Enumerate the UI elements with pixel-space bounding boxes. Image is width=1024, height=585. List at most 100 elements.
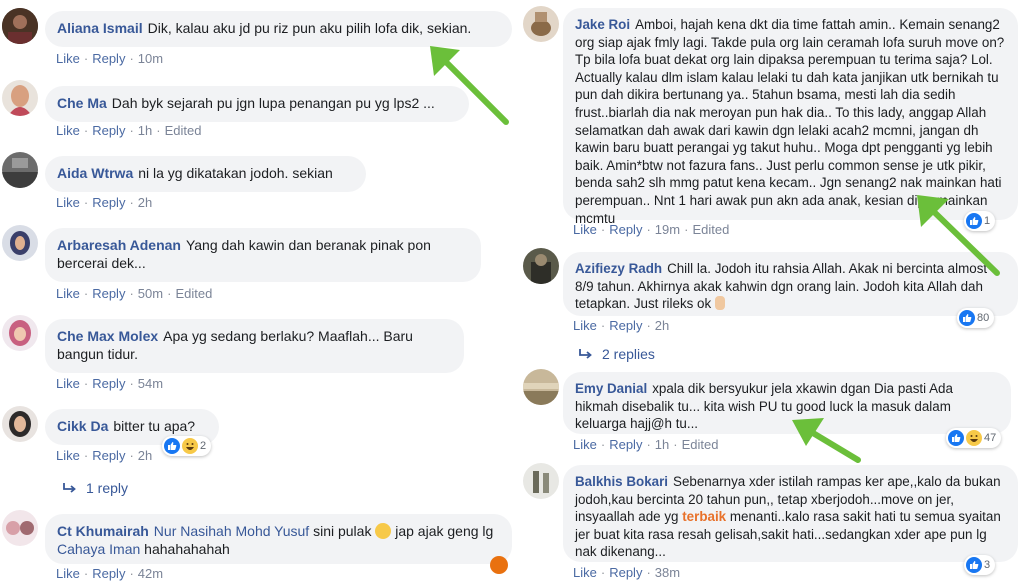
like-link[interactable]: Like bbox=[573, 318, 597, 333]
reaction-count[interactable]: 80 bbox=[957, 308, 995, 328]
comment-bubble: Ct Khumairah Nur Nasihah Mohd Yusuf sini … bbox=[45, 514, 512, 564]
reply-arrow-icon bbox=[579, 349, 592, 359]
edited-label[interactable]: Edited bbox=[682, 437, 719, 452]
mention-link[interactable]: Nur Nasihah Mohd Yusuf bbox=[154, 523, 309, 539]
edited-label[interactable]: Edited bbox=[175, 286, 212, 301]
comment-text: ni la yg dikatakan jodoh. sekian bbox=[138, 165, 333, 181]
green-arrow-icon bbox=[917, 195, 1000, 276]
green-arrow-icon bbox=[430, 46, 509, 125]
comment-actions: Like · Reply · 1h · Edited bbox=[573, 437, 719, 452]
comment-actions: Like · Reply · 10m bbox=[56, 51, 164, 66]
timestamp[interactable]: 2h bbox=[655, 318, 669, 333]
like-link[interactable]: Like bbox=[56, 51, 80, 66]
reply-link[interactable]: Reply bbox=[92, 376, 125, 391]
comment-author[interactable]: Arbaresah Adenan bbox=[57, 237, 181, 253]
comment-author[interactable]: Aida Wtrwa bbox=[57, 165, 133, 181]
reply-link[interactable]: Reply bbox=[92, 195, 125, 210]
reaction-number: 80 bbox=[977, 312, 990, 324]
comment-author[interactable]: Che Max Molex bbox=[57, 328, 158, 344]
reply-link[interactable]: Reply bbox=[609, 222, 642, 237]
reply-link[interactable]: Reply bbox=[609, 437, 642, 452]
comment-actions: Like · Reply · 54m bbox=[56, 376, 164, 391]
avatar[interactable] bbox=[2, 225, 38, 261]
like-reaction-icon bbox=[948, 430, 964, 446]
like-link[interactable]: Like bbox=[56, 448, 80, 463]
like-link[interactable]: Like bbox=[56, 195, 80, 210]
like-link[interactable]: Like bbox=[573, 565, 597, 580]
like-link[interactable]: Like bbox=[56, 376, 80, 391]
avatar[interactable] bbox=[523, 248, 559, 284]
timestamp[interactable]: 2h bbox=[138, 195, 152, 210]
comment-bubble: Che Max Molex Apa yg sedang berlaku? Maaf… bbox=[45, 319, 464, 373]
comment-bubble: Che Ma Dah byk sejarah pu jgn lupa penang… bbox=[45, 86, 469, 122]
comment-text-end: hahahahahah bbox=[144, 541, 230, 557]
comment-bubble: Balkhis Bokari Sebenarnya xder istilah ra… bbox=[563, 465, 1018, 562]
comment-text: Dik, kalau aku jd pu riz pun aku pilih l… bbox=[147, 20, 472, 36]
comment-author[interactable]: Azifiezy Radh bbox=[575, 261, 662, 276]
comment-text: sini pulak bbox=[313, 523, 372, 539]
reply-link[interactable]: Reply bbox=[609, 565, 642, 580]
like-reaction-icon bbox=[959, 310, 975, 326]
comment-author[interactable]: Balkhis Bokari bbox=[575, 474, 668, 489]
timestamp[interactable]: 10m bbox=[138, 51, 163, 66]
comment-author[interactable]: Jake Roi bbox=[575, 17, 630, 32]
view-replies-button[interactable]: 2 replies bbox=[578, 346, 655, 362]
like-link[interactable]: Like bbox=[56, 123, 80, 138]
right-comment-column: Jake Roi Amboi, hajah kena dkt dia time f… bbox=[520, 0, 1024, 585]
reply-link[interactable]: Reply bbox=[92, 566, 125, 581]
edited-label[interactable]: Edited bbox=[165, 123, 202, 138]
avatar[interactable] bbox=[2, 406, 38, 442]
comment-author[interactable]: Emy Danial bbox=[575, 381, 647, 396]
comment-author[interactable]: Che Ma bbox=[57, 95, 107, 111]
reaction-count[interactable]: 3 bbox=[964, 555, 996, 575]
left-comment-column: Aliana Ismail Dik, kalau aku jd pu riz pu… bbox=[0, 0, 512, 585]
timestamp[interactable]: 2h bbox=[138, 448, 152, 463]
avatar[interactable] bbox=[2, 8, 38, 44]
timestamp[interactable]: 50m bbox=[138, 286, 163, 301]
like-link[interactable]: Like bbox=[573, 222, 597, 237]
highlighted-word[interactable]: terbaik bbox=[682, 509, 726, 524]
view-replies-button[interactable]: 1 reply bbox=[62, 480, 128, 496]
avatar[interactable] bbox=[523, 6, 559, 42]
timestamp[interactable]: 54m bbox=[138, 376, 163, 391]
timestamp[interactable]: 1h bbox=[655, 437, 669, 452]
comment-author[interactable]: Cikk Da bbox=[57, 418, 108, 434]
avatar[interactable] bbox=[2, 510, 38, 546]
reaction-number: 3 bbox=[984, 559, 991, 571]
timestamp[interactable]: 19m bbox=[655, 222, 680, 237]
green-arrow-icon bbox=[792, 418, 861, 463]
comment-text: Dah byk sejarah pu jgn lupa penangan pu … bbox=[111, 95, 435, 111]
reply-link[interactable]: Reply bbox=[609, 318, 642, 333]
avatar[interactable] bbox=[523, 463, 559, 499]
timestamp[interactable]: 1h bbox=[138, 123, 152, 138]
avatar[interactable] bbox=[2, 152, 38, 188]
comment-author[interactable]: Ct Khumairah bbox=[57, 523, 149, 539]
comment-author[interactable]: Aliana Ismail bbox=[57, 20, 143, 36]
timestamp[interactable]: 38m bbox=[655, 565, 680, 580]
comment-actions: Like · Reply · 50m · Edited bbox=[56, 286, 213, 301]
column-divider bbox=[512, 0, 520, 585]
reaction-count[interactable]: 47 bbox=[946, 428, 1002, 448]
avatar[interactable] bbox=[523, 369, 559, 405]
comment-actions: Like · Reply · 2h bbox=[56, 195, 153, 210]
comment-actions: Like · Reply · 2h bbox=[56, 448, 153, 463]
reply-link[interactable]: Reply bbox=[92, 123, 125, 138]
peace-hand-icon bbox=[714, 296, 725, 311]
reply-link[interactable]: Reply bbox=[92, 448, 125, 463]
replies-label: 1 reply bbox=[86, 480, 129, 496]
reply-link[interactable]: Reply bbox=[92, 51, 125, 66]
avatar[interactable] bbox=[2, 80, 38, 116]
comment-actions: Like · Reply · 19m · Edited bbox=[573, 222, 730, 237]
reply-link[interactable]: Reply bbox=[92, 286, 125, 301]
comment-bubble: Aida Wtrwa ni la yg dikatakan jodoh. seki… bbox=[45, 156, 366, 192]
reply-arrow-icon bbox=[63, 483, 76, 493]
avatar[interactable] bbox=[2, 315, 38, 351]
timestamp[interactable]: 42m bbox=[138, 566, 163, 581]
angry-reaction-icon[interactable] bbox=[490, 556, 508, 574]
edited-label[interactable]: Edited bbox=[692, 222, 729, 237]
reaction-count[interactable]: 2 bbox=[162, 436, 212, 456]
like-link[interactable]: Like bbox=[56, 286, 80, 301]
like-link[interactable]: Like bbox=[56, 566, 80, 581]
like-link[interactable]: Like bbox=[573, 437, 597, 452]
mention-link[interactable]: Cahaya Iman bbox=[57, 541, 140, 557]
